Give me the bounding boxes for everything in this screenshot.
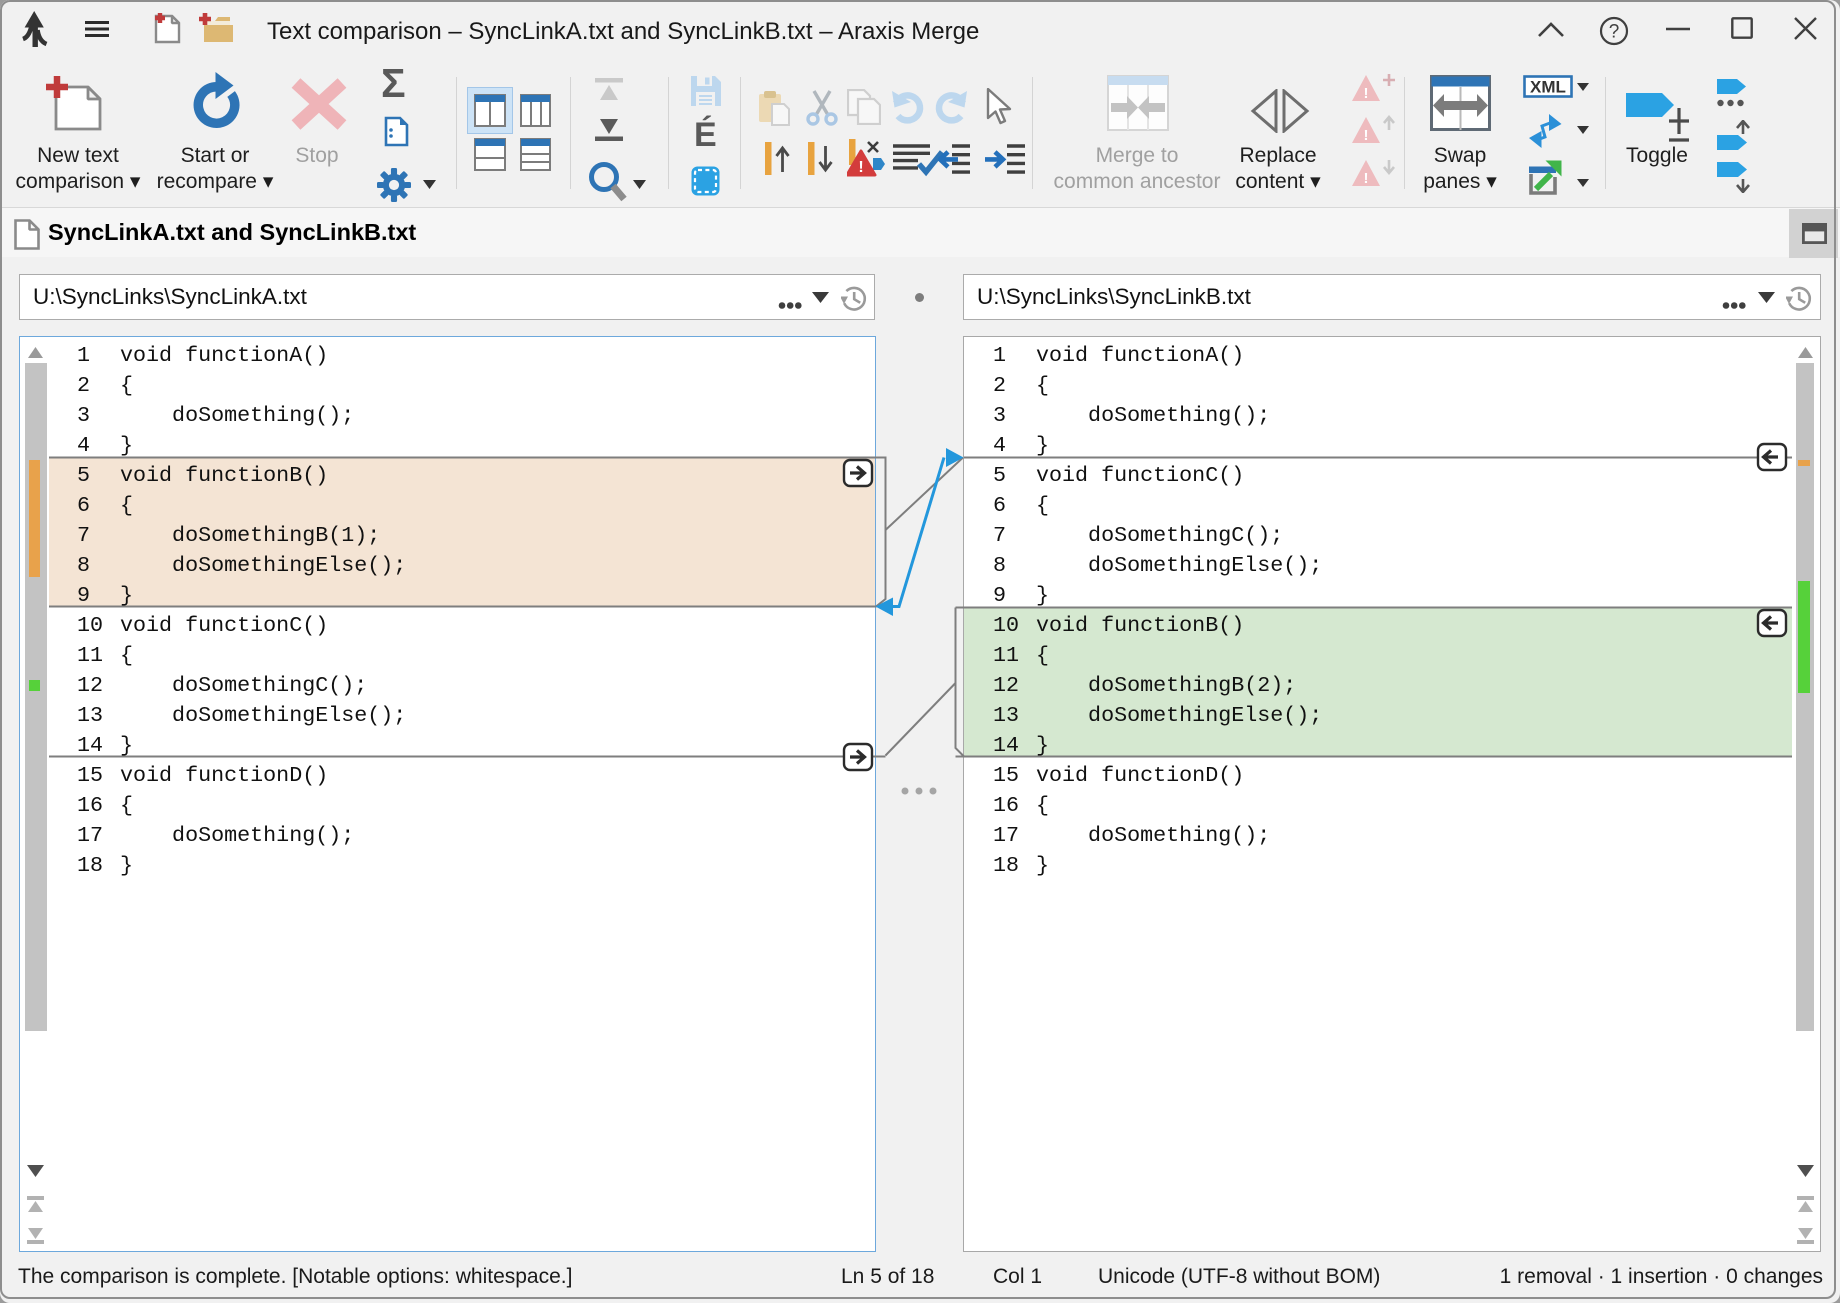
svg-text:!: !	[1364, 85, 1369, 102]
svg-text:?: ?	[1609, 22, 1620, 43]
svg-text:!: !	[1364, 170, 1369, 187]
svg-text:!: !	[1364, 127, 1369, 144]
svg-text:XML: XML	[1530, 78, 1566, 97]
svg-text:!: !	[858, 159, 863, 176]
